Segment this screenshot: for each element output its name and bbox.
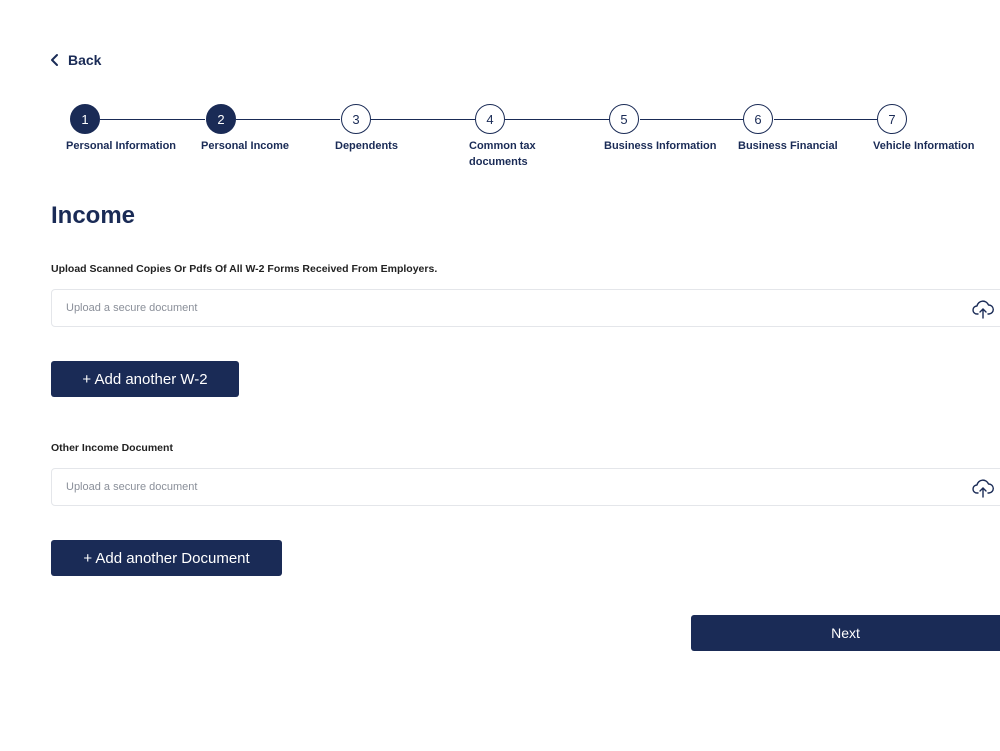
add-w2-button[interactable]: + Add another W-2 — [51, 361, 239, 397]
step-connector — [640, 119, 743, 120]
step-2-label: Personal Income — [201, 140, 290, 152]
step-5-label: Business Information — [604, 140, 717, 152]
other-income-upload-field[interactable]: Upload a secure document — [51, 468, 1000, 506]
step-connector — [774, 119, 877, 120]
back-link[interactable]: Back — [50, 52, 101, 68]
other-income-upload-placeholder: Upload a secure document — [66, 481, 198, 493]
step-1-label: Personal Information — [66, 140, 177, 152]
progress-stepper: 1 Personal Information 2 Personal Income… — [0, 104, 1000, 174]
step-6-label: Business Financial — [738, 140, 838, 152]
step-connector — [371, 119, 475, 120]
next-button[interactable]: Next — [691, 615, 1000, 651]
cloud-upload-icon[interactable] — [972, 478, 994, 498]
step-3-circle[interactable]: 3 — [341, 104, 371, 134]
step-6-circle[interactable]: 6 — [743, 104, 773, 134]
w2-upload-placeholder: Upload a secure document — [66, 302, 198, 314]
other-income-label: Other Income Document — [51, 442, 173, 454]
page-title: Income — [51, 202, 136, 229]
w2-upload-label: Upload Scanned Copies Or Pdfs Of All W-2… — [51, 263, 438, 275]
step-1-circle[interactable]: 1 — [70, 104, 100, 134]
back-label: Back — [68, 52, 102, 68]
step-7-label: Vehicle Information — [873, 140, 975, 152]
step-connector — [236, 119, 340, 120]
step-4-label: Common tax documents — [469, 140, 536, 168]
step-2-circle[interactable]: 2 — [206, 104, 236, 134]
step-connector — [505, 119, 609, 120]
add-document-button[interactable]: + Add another Document — [51, 540, 282, 576]
step-7-circle[interactable]: 7 — [877, 104, 907, 134]
step-5-circle[interactable]: 5 — [609, 104, 639, 134]
chevron-left-icon — [51, 54, 58, 66]
step-connector — [100, 119, 205, 120]
cloud-upload-icon[interactable] — [972, 299, 994, 319]
w2-upload-field[interactable]: Upload a secure document — [51, 289, 1000, 327]
step-4-circle[interactable]: 4 — [475, 104, 505, 134]
step-3-label: Dependents — [335, 140, 398, 152]
